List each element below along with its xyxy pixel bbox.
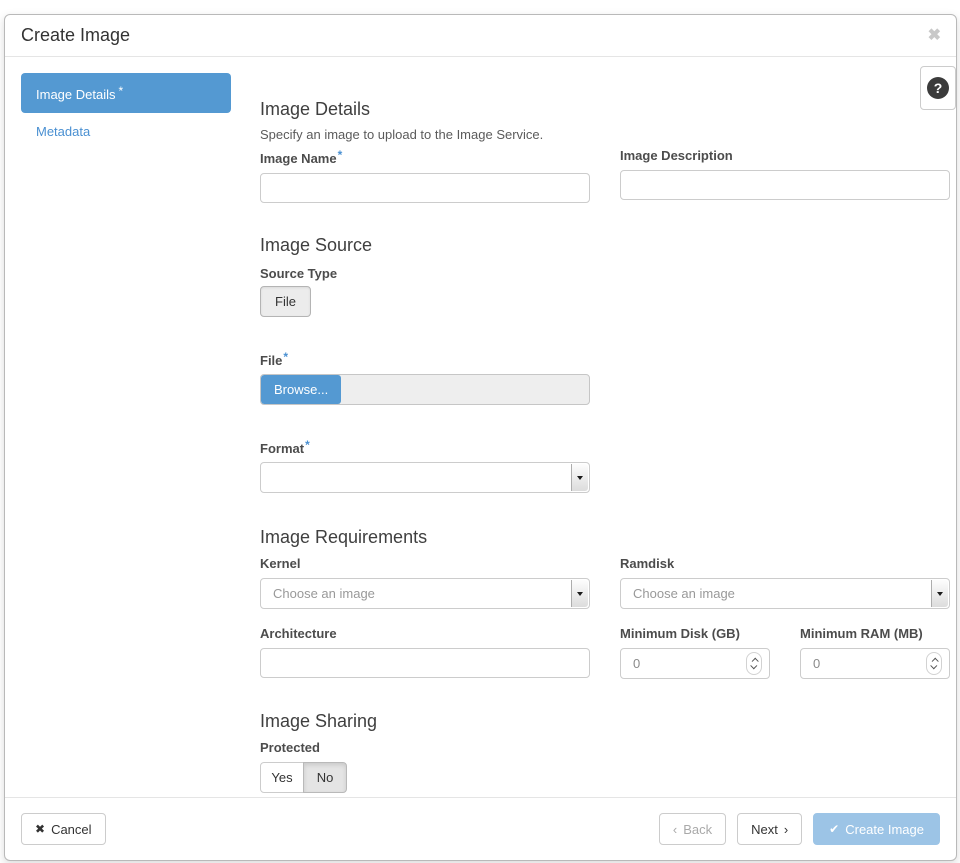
protected-toggle: Yes No [260, 762, 950, 793]
x-icon: ✖ [35, 823, 45, 835]
create-image-button[interactable]: ✔ Create Image [813, 813, 940, 845]
modal-title: Create Image [21, 25, 130, 46]
source-type-label: Source Type [260, 267, 950, 280]
back-button[interactable]: ‹ Back [659, 813, 726, 845]
sidebar-item-image-details[interactable]: Image Details* [21, 73, 231, 113]
chevron-right-icon: › [784, 822, 788, 837]
sidebar-item-label: Metadata [36, 124, 90, 139]
kernel-label: Kernel [260, 557, 590, 570]
browse-button[interactable]: Browse... [261, 375, 341, 404]
section-description: Specify an image to upload to the Image … [260, 127, 950, 142]
minimum-ram-input[interactable]: 0 [800, 648, 950, 679]
protected-no-button[interactable]: No [303, 762, 347, 793]
section-heading-image-requirements: Image Requirements [260, 527, 950, 547]
chevron-down-icon [571, 464, 588, 491]
kernel-select[interactable]: Choose an image [260, 578, 590, 609]
number-stepper[interactable] [926, 652, 942, 675]
minimum-disk-value: 0 [633, 656, 640, 671]
image-name-input[interactable] [260, 173, 590, 203]
required-asterisk: * [118, 84, 123, 98]
spinner-down-icon [930, 662, 937, 669]
ramdisk-select-value: Choose an image [633, 586, 735, 601]
section-heading-image-details: Image Details [260, 99, 950, 119]
format-select[interactable] [260, 462, 590, 493]
modal-body: Image Details* Metadata ? Image Details … [5, 57, 956, 797]
format-label: Format* [260, 439, 950, 455]
help-button[interactable]: ? [920, 66, 956, 110]
source-type-file-button[interactable]: File [260, 286, 311, 317]
section-heading-image-source: Image Source [260, 235, 950, 255]
sidebar-item-metadata[interactable]: Metadata [21, 113, 231, 150]
image-description-label: Image Description [620, 149, 950, 162]
section-heading-image-sharing: Image Sharing [260, 711, 950, 731]
modal-header: Create Image ✖ [5, 15, 956, 57]
next-button[interactable]: Next › [737, 813, 802, 845]
required-asterisk: * [283, 350, 288, 364]
minimum-ram-value: 0 [813, 656, 820, 671]
check-icon: ✔ [829, 823, 839, 835]
required-asterisk: * [338, 148, 343, 162]
protected-yes-button[interactable]: Yes [260, 762, 304, 793]
kernel-select-value: Choose an image [273, 586, 375, 601]
ramdisk-select[interactable]: Choose an image [620, 578, 950, 609]
modal-footer: ✖ Cancel ‹ Back Next › ✔ Create Image [5, 797, 956, 860]
required-asterisk: * [305, 438, 310, 452]
architecture-input[interactable] [260, 648, 590, 678]
minimum-disk-label: Minimum Disk (GB) [620, 627, 770, 640]
protected-label: Protected [260, 741, 950, 754]
wizard-sidebar: Image Details* Metadata [21, 73, 231, 797]
question-circle-icon: ? [927, 77, 949, 99]
wizard-content: Image Details Specify an image to upload… [260, 73, 950, 797]
minimum-ram-label: Minimum RAM (MB) [800, 627, 950, 640]
cancel-button[interactable]: ✖ Cancel [21, 813, 106, 845]
minimum-disk-input[interactable]: 0 [620, 648, 770, 679]
chevron-down-icon [571, 580, 588, 607]
ramdisk-label: Ramdisk [620, 557, 950, 570]
image-name-label: Image Name* [260, 149, 590, 165]
spinner-down-icon [750, 662, 757, 669]
chevron-down-icon [931, 580, 948, 607]
image-description-input[interactable] [620, 170, 950, 200]
close-icon[interactable]: ✖ [928, 28, 941, 44]
chevron-left-icon: ‹ [673, 822, 677, 837]
file-upload-input[interactable]: Browse... [260, 374, 590, 405]
number-stepper[interactable] [746, 652, 762, 675]
create-image-modal: Create Image ✖ Image Details* Metadata ?… [4, 14, 957, 861]
sidebar-item-label: Image Details [36, 87, 115, 102]
architecture-label: Architecture [260, 627, 590, 640]
file-label: File* [260, 351, 950, 367]
